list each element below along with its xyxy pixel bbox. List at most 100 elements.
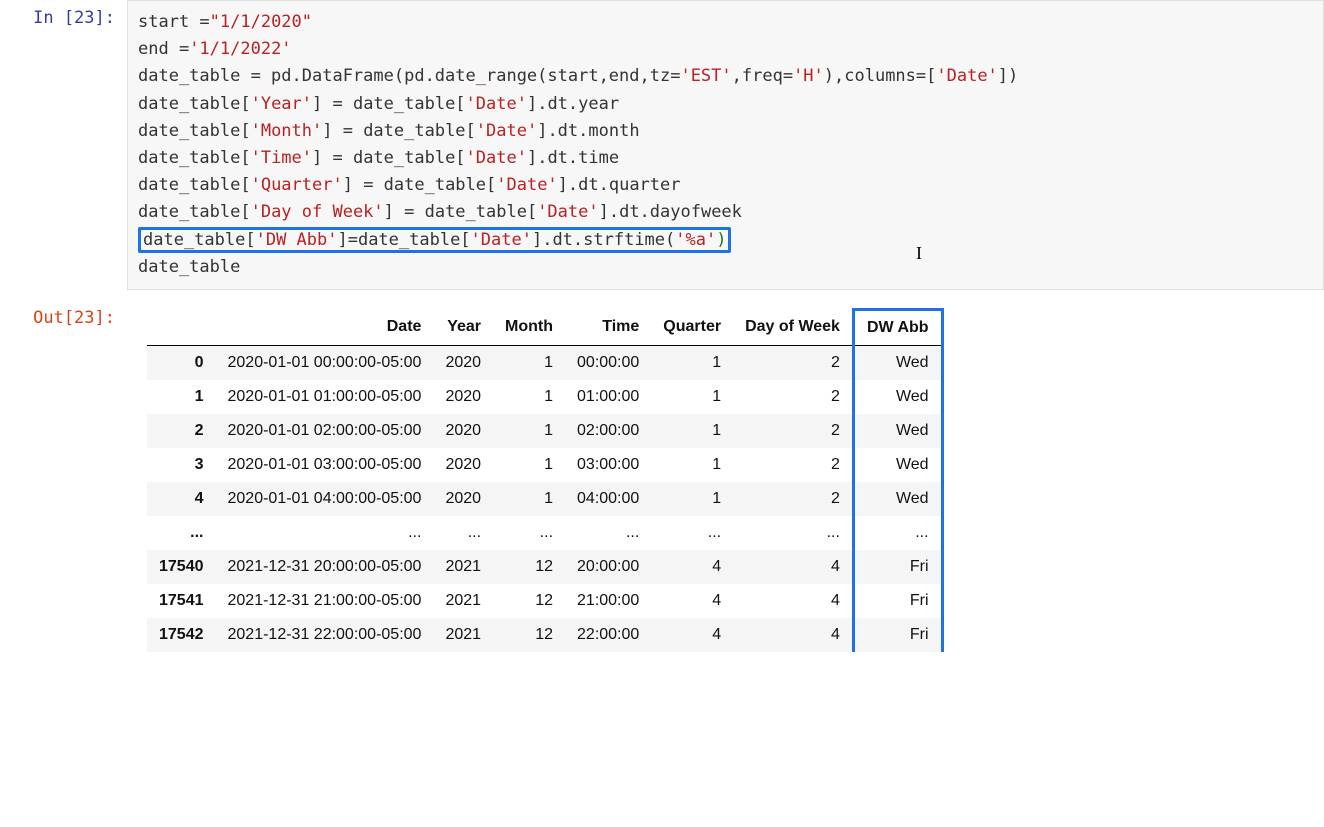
cell: 22:00:00 [565,618,651,652]
highlighted-code-line: date_table['DW Abb']=date_table['Date'].… [138,227,731,253]
cell: 2 [733,345,853,380]
cell: 2 [733,380,853,414]
row-index: ... [147,516,216,550]
cell: Fri [853,618,942,652]
row-index: 3 [147,448,216,482]
cell: 00:00:00 [565,345,651,380]
cell: 4 [733,584,853,618]
cell: 1 [493,345,565,380]
cell: 2 [733,482,853,516]
col-dwabb: DW Abb [853,309,942,345]
cell: Wed [853,482,942,516]
col-date: Date [216,309,434,345]
cell: Wed [853,448,942,482]
cell: Wed [853,414,942,448]
cell: ... [216,516,434,550]
cell: 12 [493,550,565,584]
col-month: Month [493,309,565,345]
cell: Fri [853,550,942,584]
col-time: Time [565,309,651,345]
cell: 1 [493,414,565,448]
cell: 2020-01-01 02:00:00-05:00 [216,414,434,448]
cell: 2021 [433,618,493,652]
cell: 20:00:00 [565,550,651,584]
table-row: 12020-01-01 01:00:00-05:002020101:00:001… [147,380,942,414]
cell: 2020-01-01 00:00:00-05:00 [216,345,434,380]
table-row: 42020-01-01 04:00:00-05:002020104:00:001… [147,482,942,516]
cell: 2021-12-31 22:00:00-05:00 [216,618,434,652]
cell: 2020-01-01 04:00:00-05:00 [216,482,434,516]
cell: 12 [493,618,565,652]
cell: ... [433,516,493,550]
cell: 2 [733,414,853,448]
input-cell: In [23]: start ="1/1/2020" end ='1/1/202… [0,0,1324,300]
cell: 1 [651,380,733,414]
cell: 2020 [433,345,493,380]
cell: Fri [853,584,942,618]
cell: 4 [733,550,853,584]
cell: 1 [651,448,733,482]
cell: Wed [853,345,942,380]
cell: 2021-12-31 21:00:00-05:00 [216,584,434,618]
cell: Wed [853,380,942,414]
cell: 1 [493,380,565,414]
cell: 4 [733,618,853,652]
dataframe-table: Date Year Month Time Quarter Day of Week… [147,308,944,652]
table-row: 02020-01-01 00:00:00-05:002020100:00:001… [147,345,942,380]
cell: ... [733,516,853,550]
in-prompt: In [23]: [0,0,127,36]
cell: 4 [651,618,733,652]
cell: 2021 [433,584,493,618]
table-row: 175412021-12-31 21:00:00-05:0020211221:0… [147,584,942,618]
cell: 21:00:00 [565,584,651,618]
table-row: ........................ [147,516,942,550]
cell: ... [853,516,942,550]
row-index: 17540 [147,550,216,584]
cell: 2020 [433,448,493,482]
cell: ... [565,516,651,550]
cell: 1 [651,414,733,448]
cell: ... [651,516,733,550]
text-cursor-icon: I [916,243,922,264]
output-cell: Out[23]: Date Year Month Time Quarter Da… [0,300,1324,660]
col-quarter: Quarter [651,309,733,345]
cell: 12 [493,584,565,618]
cell: 2021 [433,550,493,584]
cell: 1 [493,482,565,516]
col-dow: Day of Week [733,309,853,345]
row-index: 1 [147,380,216,414]
cell: 2021-12-31 20:00:00-05:00 [216,550,434,584]
index-header [147,309,216,345]
cell: 2020-01-01 01:00:00-05:00 [216,380,434,414]
cell: 2020 [433,482,493,516]
table-header-row: Date Year Month Time Quarter Day of Week… [147,309,942,345]
cell: ... [493,516,565,550]
cell: 1 [493,448,565,482]
cell: 2020 [433,380,493,414]
cell: 04:00:00 [565,482,651,516]
table-row: 22020-01-01 02:00:00-05:002020102:00:001… [147,414,942,448]
cell: 03:00:00 [565,448,651,482]
table-row: 175422021-12-31 22:00:00-05:0020211222:0… [147,618,942,652]
output-area: Date Year Month Time Quarter Day of Week… [127,300,1324,660]
cell: 01:00:00 [565,380,651,414]
row-index: 4 [147,482,216,516]
cell: 02:00:00 [565,414,651,448]
cell: 2020-01-01 03:00:00-05:00 [216,448,434,482]
cell: 2020 [433,414,493,448]
code-block[interactable]: start ="1/1/2020" end ='1/1/2022' date_t… [138,9,1313,281]
cell: 4 [651,550,733,584]
table-row: 175402021-12-31 20:00:00-05:0020211220:0… [147,550,942,584]
row-index: 2 [147,414,216,448]
table-row: 32020-01-01 03:00:00-05:002020103:00:001… [147,448,942,482]
cell: 2 [733,448,853,482]
row-index: 17542 [147,618,216,652]
out-prompt: Out[23]: [0,300,127,336]
code-input-area[interactable]: start ="1/1/2020" end ='1/1/2022' date_t… [127,0,1324,290]
cell: 4 [651,584,733,618]
col-year: Year [433,309,493,345]
row-index: 0 [147,345,216,380]
row-index: 17541 [147,584,216,618]
cell: 1 [651,482,733,516]
cell: 1 [651,345,733,380]
